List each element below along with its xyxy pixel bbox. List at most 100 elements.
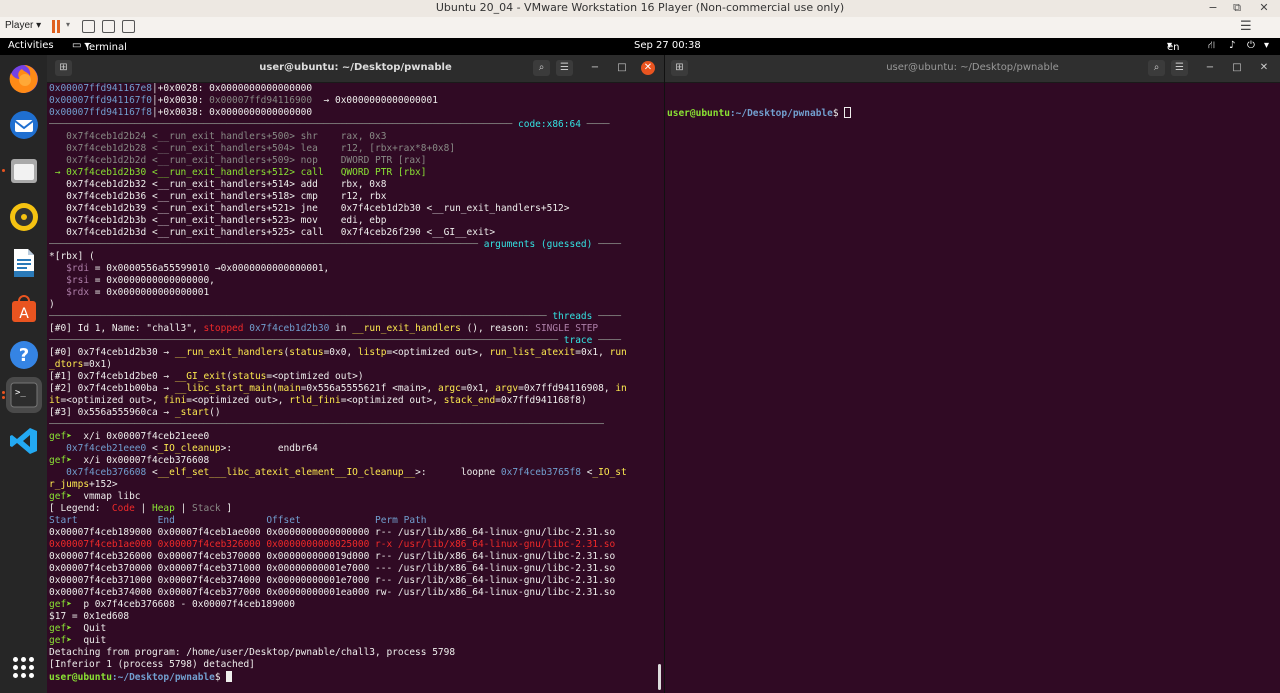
terminal-output-right[interactable]: user@ubuntu:~/Desktop/pwnable$: [667, 83, 1274, 143]
vmware-window-title: Ubuntu 20_04 - VMware Workstation 16 Pla…: [435, 1, 845, 14]
terminal-window-left[interactable]: ⊞ user@ubuntu: ~/Desktop/pwnable ⌕ ☰ − □…: [47, 55, 664, 693]
fullscreen-icon[interactable]: [122, 20, 135, 33]
help-icon[interactable]: ?: [6, 337, 42, 373]
power-icon[interactable]: ⏻: [1247, 40, 1255, 51]
show-applications-icon[interactable]: [13, 657, 35, 679]
terminal-text: 0x7f4ceb1d2b39 <__run_exit_handlers+521>…: [49, 203, 570, 214]
hamburger-menu-icon[interactable]: ☰: [556, 60, 573, 76]
player-menu[interactable]: Player ▾: [5, 20, 41, 31]
terminal-text: [#3] 0x556a555960ca →: [49, 407, 175, 418]
hamburger-menu-icon[interactable]: ☰: [1171, 60, 1188, 76]
player-menu-label: Player: [5, 20, 34, 31]
vmware-minimize-button[interactable]: −: [1206, 1, 1220, 14]
terminal-text: 0x00007ffd94116900: [209, 95, 313, 106]
terminal-text: Heap: [151, 503, 175, 514]
terminal-text: ────────────────────────────────────────…: [49, 119, 518, 130]
terminal-text: gef➤: [49, 623, 72, 634]
terminal-text: in: [329, 323, 353, 334]
terminal-line: 0x00007ffd941167f0│+0x0030: 0x00007ffd94…: [49, 95, 658, 107]
terminal-text: 0x7f4ceb376608: [66, 467, 147, 478]
terminal-line: 0x7f4ceb1d2b28 <__run_exit_handlers+504>…: [49, 143, 658, 155]
terminal-text: __run_exit_handlers: [352, 323, 461, 334]
unity-mode-icon[interactable]: [102, 20, 115, 33]
terminal-line: ────────────────────────────────────────…: [49, 119, 658, 131]
terminal-text: status: [289, 347, 324, 358]
terminal-text: =0x7ffd941168f8): [495, 395, 587, 406]
thunderbird-icon[interactable]: [6, 107, 42, 143]
volume-icon[interactable]: ♪: [1229, 40, 1235, 51]
terminal-text: =<optimized out>,: [386, 347, 490, 358]
terminal-text: =0x556a5555621f <main>,: [300, 383, 438, 394]
terminal-text: 0x00007ffd941167e8: [49, 83, 152, 94]
terminal-text: stack_end: [443, 395, 496, 406]
terminal-line: it=<optimized out>, fini=<optimized out>…: [49, 395, 658, 407]
terminal-text: 0x00007ffd941167f0: [49, 95, 152, 106]
terminal-text: ────: [592, 239, 621, 250]
terminal-text: __elf_set___libc_atexit_element__IO_clea…: [157, 467, 416, 478]
scrollbar-thumb[interactable]: [658, 664, 661, 690]
terminal-text: =0x7ffd94116908,: [518, 383, 616, 394]
rhythmbox-icon[interactable]: [6, 199, 42, 235]
terminal-text: │+0x0028: 0x0000000000000000: [151, 83, 313, 94]
pause-icon[interactable]: [52, 20, 60, 33]
terminal-text: 0x7f4ceb1d2b30: [249, 323, 330, 334]
libreoffice-writer-icon[interactable]: [6, 245, 42, 281]
vmware-restore-button[interactable]: ⧉: [1230, 1, 1244, 15]
close-button[interactable]: ✕: [641, 61, 655, 75]
terminal-text: 0x00007f4ceb189000 0x00007f4ceb1ae000 0x…: [49, 527, 616, 538]
terminal-text: 0x7f4ceb1d2b3d <__run_exit_handlers+525>…: [49, 227, 496, 238]
terminal-line: [#1] 0x7f4ceb1d2be0 → __GI_exit(status=<…: [49, 371, 658, 383]
terminal-line: [Inferior 1 (process 5798) detached]: [49, 659, 658, 671]
ubuntu-software-icon[interactable]: A: [6, 291, 42, 327]
terminal-output-left[interactable]: 0x00007ffd941167e8│+0x0028: 0x0000000000…: [49, 83, 658, 683]
terminal-icon[interactable]: >_: [2, 377, 42, 413]
vmware-close-button[interactable]: ✕: [1257, 1, 1271, 14]
terminal-text: 0x7f4ceb1d2b32 <__run_exit_handlers+514>…: [49, 179, 387, 190]
terminal-text: ────: [592, 311, 621, 322]
terminal-text: x/i 0x00007f4ceb376608: [71, 455, 210, 466]
terminal-text: SINGLE STEP: [535, 323, 599, 334]
send-ctrl-alt-del-icon[interactable]: [82, 20, 95, 33]
system-menu-icon[interactable]: ▾: [1264, 40, 1269, 51]
terminal-line: gef➤ Quit: [49, 623, 658, 635]
terminal-line: gef➤ p 0x7f4ceb376608 - 0x00007f4ceb1890…: [49, 599, 658, 611]
terminal-text: $rdi: [66, 263, 90, 274]
close-button[interactable]: ✕: [1257, 61, 1271, 75]
minimize-button[interactable]: −: [1203, 61, 1217, 75]
language-indicator[interactable]: en ▾: [1167, 40, 1180, 53]
vmware-menu-icon[interactable]: ☰: [1240, 19, 1252, 34]
app-menu[interactable]: ▭ Terminal ▾: [72, 40, 127, 53]
terminal-window-right[interactable]: ⊞ user@ubuntu: ~/Desktop/pwnable ⌕ ☰ − □…: [665, 55, 1280, 693]
terminal-text: =<optimized out>,: [60, 395, 164, 406]
activities-button[interactable]: Activities: [8, 40, 54, 51]
terminal-line: 0x00007f4ceb189000 0x00007f4ceb1ae000 0x…: [49, 527, 658, 539]
clock[interactable]: Sep 27 00:38: [634, 40, 701, 51]
terminal-text: = 0x0000000000000000,: [89, 275, 215, 286]
terminal-text: *[rbx] (: [49, 251, 95, 262]
maximize-button[interactable]: □: [1230, 61, 1244, 75]
terminal-text: quit: [71, 635, 107, 646]
terminal-text: $17 = 0x1ed608: [49, 611, 130, 622]
pause-dropdown-icon[interactable]: ▾: [66, 20, 70, 29]
maximize-button[interactable]: □: [615, 61, 629, 75]
prompt-path: :~/Desktop/pwnable: [729, 108, 833, 119]
terminal-line: $17 = 0x1ed608: [49, 611, 658, 623]
terminal-text: <: [580, 467, 593, 478]
svg-text:A: A: [19, 306, 29, 322]
network-icon[interactable]: ⛙: [1208, 40, 1215, 53]
terminal-text: in: [615, 383, 627, 394]
files-icon[interactable]: [2, 153, 42, 189]
prompt-line: user@ubuntu:~/Desktop/pwnable$: [667, 107, 1274, 119]
terminal-text: (), reason:: [460, 323, 536, 334]
minimize-button[interactable]: −: [588, 61, 602, 75]
search-icon[interactable]: ⌕: [533, 60, 550, 76]
terminal-line: [#3] 0x556a555960ca → _start(): [49, 407, 658, 419]
terminal-line: ): [49, 299, 658, 311]
prompt-user: user@ubuntu: [49, 672, 112, 683]
terminal-text: 0x00007ffd941167f8: [49, 107, 152, 118]
vscode-icon[interactable]: [6, 423, 42, 459]
terminal-text: $rdx: [66, 287, 90, 298]
terminal-text: ────────────────────────────────────────…: [49, 419, 604, 430]
firefox-icon[interactable]: [6, 61, 42, 97]
search-icon[interactable]: ⌕: [1148, 60, 1165, 76]
